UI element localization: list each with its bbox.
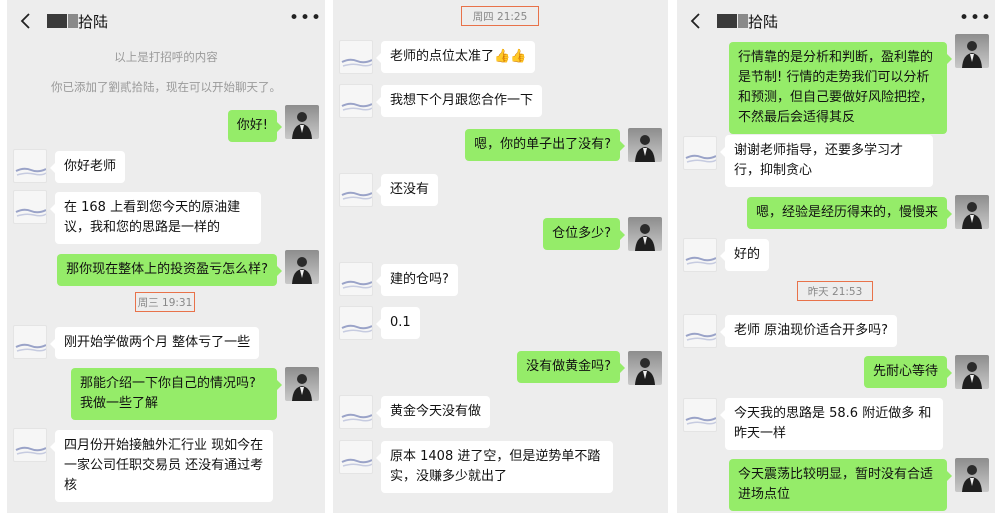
avatar-student[interactable] — [13, 325, 47, 359]
chat-header: 拾陆 ••• — [7, 0, 325, 42]
system-note: 以上是打招呼的内容 — [114, 50, 218, 64]
avatar-student[interactable] — [13, 190, 47, 224]
chat-title-text: 拾陆 — [748, 12, 779, 31]
avatar-teacher[interactable] — [955, 34, 989, 68]
incoming-message[interactable]: 老师的点位太准了👍👍 — [375, 41, 536, 73]
outgoing-message[interactable]: 今天震荡比较明显，暂时没有合适进场点位 — [729, 459, 952, 511]
outgoing-message[interactable]: 你好! — [227, 110, 283, 142]
system-note: 你已添加了劉貳拾陆，现在可以开始聊天了。 — [51, 80, 281, 94]
avatar-teacher[interactable] — [955, 195, 989, 229]
incoming-message[interactable]: 建的仓吗? — [376, 264, 458, 296]
outgoing-message[interactable]: 仓位多少? — [543, 218, 625, 250]
chevron-left-icon[interactable] — [15, 10, 37, 32]
incoming-message[interactable]: 谢谢老师指导，还要多学习才行，抑制贪心 — [720, 135, 933, 187]
incoming-message[interactable]: 原本 1408 进了空，但是逆势单不踏实，没赚多少就出了 — [376, 441, 613, 493]
avatar-student[interactable] — [683, 398, 717, 432]
chat-title-text: 拾陆 — [78, 12, 109, 31]
avatar-teacher[interactable] — [628, 128, 662, 162]
redacted-name-mask — [47, 14, 67, 28]
avatar-student[interactable] — [13, 149, 47, 183]
chevron-left-icon[interactable] — [685, 10, 707, 32]
avatar-student[interactable] — [683, 238, 717, 272]
avatar-teacher[interactable] — [955, 458, 989, 492]
outgoing-message[interactable]: 行情靠的是分析和判断，盈利靠的是节制! 行情的走势我们可以分析和预测，但自己要做… — [729, 42, 952, 134]
avatar-student[interactable] — [13, 428, 47, 462]
outgoing-message[interactable]: 那能介绍一下你自己的情况吗? 我做一些了解 — [71, 368, 282, 420]
incoming-message[interactable]: 刚开始学做两个月 整体亏了一些 — [49, 327, 260, 359]
outgoing-message[interactable]: 没有做黄金吗? — [517, 351, 625, 383]
avatar-student[interactable] — [683, 314, 717, 348]
incoming-message[interactable]: 黄金今天没有做 — [375, 396, 491, 428]
chat-screenshot-2: 周四 21:25 老师的点位太准了👍👍 我想下个月跟您合作一下 嗯，你的单子出了… — [333, 0, 668, 513]
timestamp: 周三 19:31 — [135, 292, 195, 312]
outgoing-message[interactable]: 先耐心等待 — [863, 356, 953, 388]
outgoing-message[interactable]: 那你现在整体上的投资盈亏怎么样? — [57, 254, 282, 286]
incoming-message[interactable]: 今天我的思路是 58.6 附近做多 和昨天一样 — [720, 398, 943, 450]
chat-screenshot-1: 拾陆 ••• 以上是打招呼的内容 你已添加了劉貳拾陆，现在可以开始聊天了。 你好… — [7, 0, 325, 513]
avatar-teacher[interactable] — [955, 355, 989, 389]
incoming-message[interactable]: 四月份开始接触外汇行业 现如今在一家公司任职交易员 还没有通过考核 — [50, 430, 273, 502]
avatar-student[interactable] — [339, 40, 373, 74]
chat-header: 拾陆 ••• — [677, 0, 995, 42]
redacted-name-mask — [738, 14, 748, 28]
chat-screenshot-3: 拾陆 ••• 行情靠的是分析和判断，盈利靠的是节制! 行情的走势我们可以分析和预… — [677, 0, 995, 513]
avatar-teacher[interactable] — [628, 217, 662, 251]
incoming-message[interactable]: 好的 — [719, 239, 770, 271]
redacted-name-mask — [717, 14, 737, 28]
chat-title: 拾陆 — [47, 9, 108, 33]
avatar-teacher[interactable] — [285, 250, 319, 284]
incoming-message[interactable]: 0.1 — [376, 307, 420, 339]
avatar-student[interactable] — [683, 136, 717, 170]
avatar-student[interactable] — [339, 173, 373, 207]
avatar-student[interactable] — [339, 84, 373, 118]
timestamp: 昨天 21:53 — [797, 281, 873, 301]
incoming-message[interactable]: 我想下个月跟您合作一下 — [375, 85, 543, 117]
avatar-student[interactable] — [339, 395, 373, 429]
more-dots-icon[interactable]: ••• — [289, 8, 321, 32]
avatar-teacher[interactable] — [285, 105, 319, 139]
avatar-teacher[interactable] — [628, 351, 662, 385]
redacted-name-mask — [68, 14, 78, 28]
avatar-student[interactable] — [339, 440, 373, 474]
incoming-message[interactable]: 还没有 — [375, 174, 439, 206]
avatar-student[interactable] — [339, 306, 373, 340]
avatar-student[interactable] — [339, 262, 373, 296]
outgoing-message[interactable]: 嗯，你的单子出了没有? — [465, 129, 625, 161]
timestamp: 周四 21:25 — [461, 6, 539, 26]
avatar-teacher[interactable] — [285, 367, 319, 401]
outgoing-message[interactable]: 嗯，经验是经历得来的，慢慢来 — [746, 197, 953, 229]
incoming-message[interactable]: 你好老师 — [49, 151, 126, 183]
incoming-message[interactable]: 老师 原油现价适合开多吗? — [719, 315, 898, 347]
more-dots-icon[interactable]: ••• — [959, 8, 991, 32]
incoming-message[interactable]: 在 168 上看到您今天的原油建议，我和您的思路是一样的 — [50, 192, 261, 244]
chat-title: 拾陆 — [717, 9, 778, 33]
